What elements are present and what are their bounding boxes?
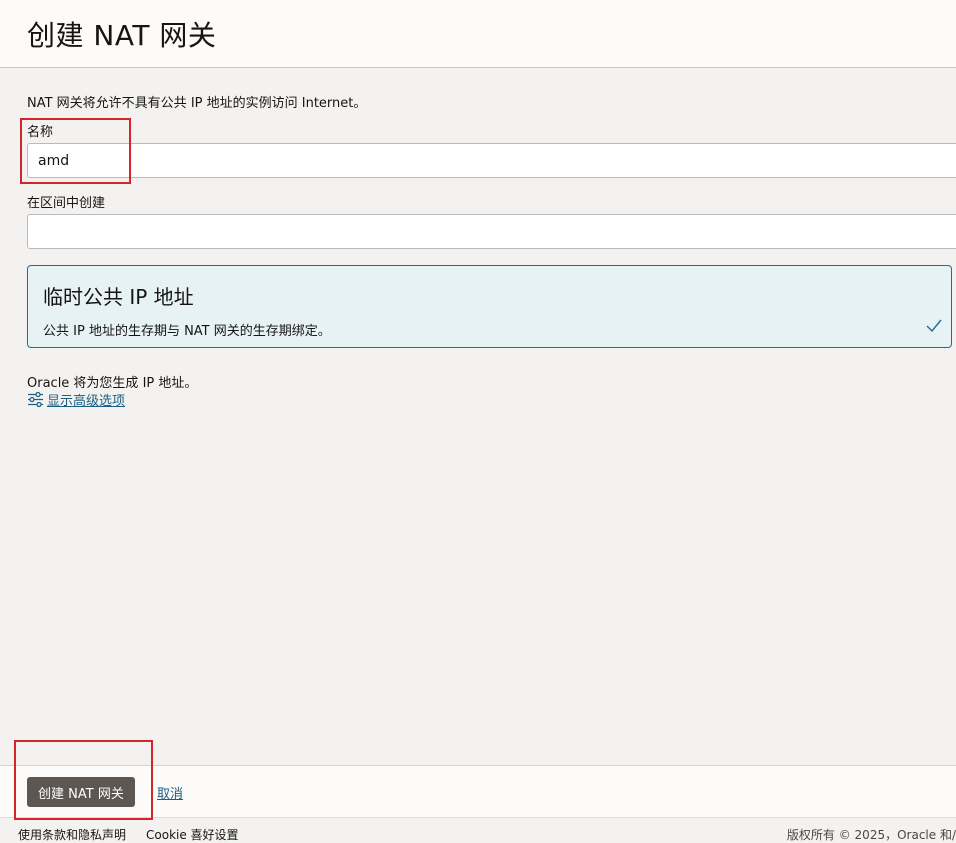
- compartment-label: 在区间中创建: [27, 196, 106, 211]
- sliders-icon: [28, 391, 43, 408]
- show-advanced-options-link[interactable]: 显示高级选项: [27, 390, 125, 409]
- ephemeral-ip-description: 公共 IP 地址的生存期与 NAT 网关的生存期绑定。: [43, 324, 331, 339]
- create-nat-gateway-button[interactable]: 创建 NAT 网关: [27, 777, 135, 807]
- name-input[interactable]: [27, 143, 956, 178]
- form-content: NAT 网关将允许不具有公共 IP 地址的实例访问 Internet。 名称 在…: [0, 68, 956, 765]
- check-icon: [926, 319, 942, 333]
- page-header: 创建 NAT 网关: [0, 0, 956, 68]
- page-title: 创建 NAT 网关: [27, 19, 217, 52]
- cancel-link[interactable]: 取消: [157, 783, 183, 802]
- copyright-text: 版权所有 © 2025，Oracle 和/: [786, 828, 956, 842]
- cookie-preferences-link[interactable]: Cookie 喜好设置: [146, 826, 239, 843]
- site-footer: 使用条款和隐私声明 Cookie 喜好设置 版权所有 © 2025，Oracle…: [0, 817, 956, 843]
- name-label: 名称: [27, 125, 54, 140]
- show-advanced-options-label: 显示高级选项: [47, 394, 126, 409]
- terms-privacy-link[interactable]: 使用条款和隐私声明: [18, 826, 126, 843]
- form-description: NAT 网关将允许不具有公共 IP 地址的实例访问 Internet。: [27, 96, 367, 111]
- compartment-input[interactable]: [27, 214, 956, 249]
- ephemeral-ip-title: 临时公共 IP 地址: [43, 285, 194, 309]
- action-bar: 创建 NAT 网关 取消: [0, 765, 956, 817]
- ip-generation-note: Oracle 将为您生成 IP 地址。: [27, 376, 198, 391]
- ephemeral-ip-option-card[interactable]: 临时公共 IP 地址 公共 IP 地址的生存期与 NAT 网关的生存期绑定。: [27, 265, 952, 348]
